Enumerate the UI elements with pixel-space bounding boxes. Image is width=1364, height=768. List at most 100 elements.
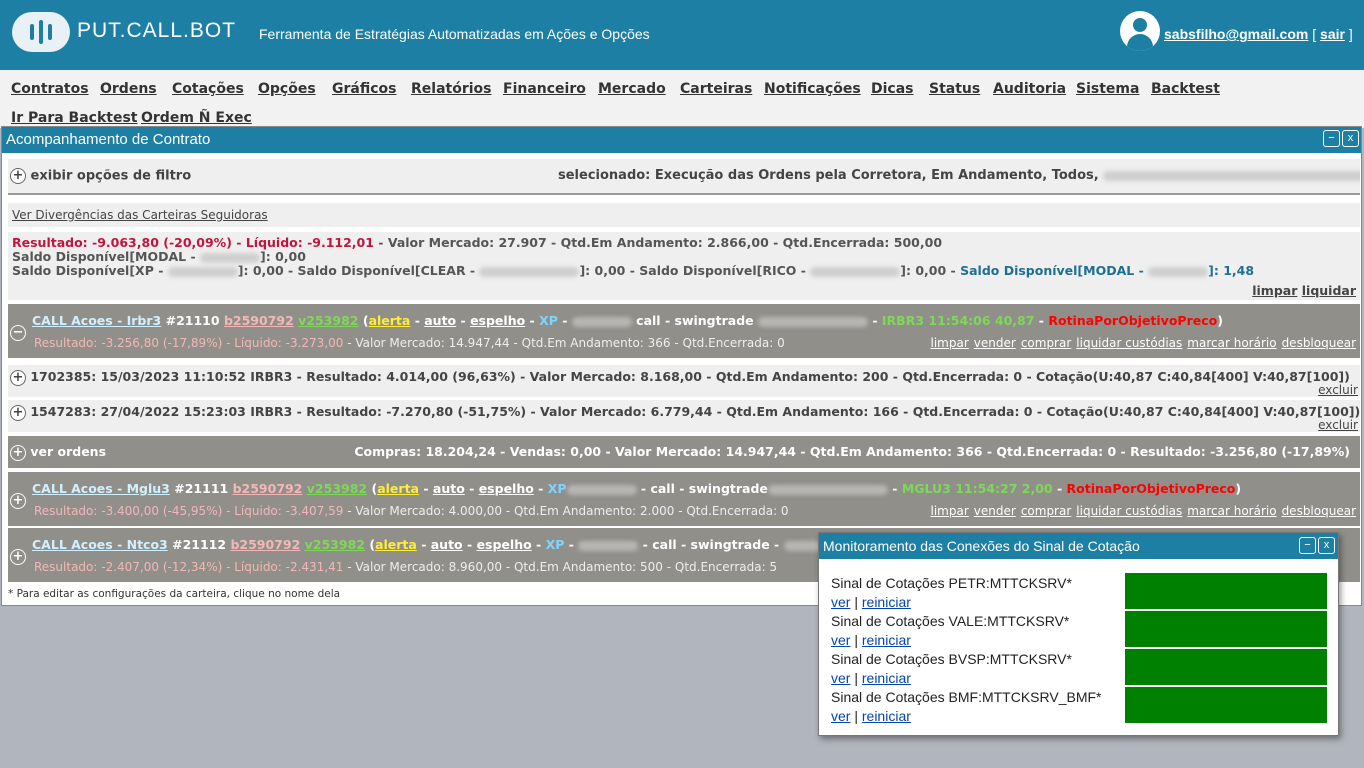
excluir-link[interactable]: excluir [1318, 418, 1358, 432]
desbloquear-link[interactable]: desbloquear [1282, 336, 1356, 350]
ver-ordens-label[interactable]: ver ordens [30, 444, 106, 459]
comprar-link[interactable]: comprar [1021, 504, 1071, 518]
contract-name-link[interactable]: CALL Acoes - Ntco3 [32, 537, 168, 552]
contract-name-link[interactable]: CALL Acoes - Mglu3 [32, 481, 170, 496]
expand-filter-icon[interactable]: + [10, 168, 26, 184]
comprar-link[interactable]: comprar [1021, 336, 1071, 350]
expand-icon[interactable]: + [10, 548, 26, 565]
ver-link[interactable]: ver [831, 708, 850, 724]
espelho-link[interactable]: espelho [477, 537, 532, 552]
user-email-link[interactable]: sabsfilho@gmail.com [1164, 26, 1308, 42]
contract-id: #21112 [172, 537, 227, 552]
reiniciar-link[interactable]: reiniciar [862, 708, 911, 724]
nav-status[interactable]: Status [929, 81, 980, 97]
filter-row: + exibir opções de filtro selecionado: E… [8, 159, 1360, 195]
nav-opcoes[interactable]: Opções [258, 81, 316, 97]
contract-actions: limpar vender comprar liquidar custódias mar… [926, 504, 1356, 518]
ver-link[interactable]: ver [831, 594, 850, 610]
collapse-icon[interactable]: − [10, 324, 26, 341]
divergencias-link[interactable]: Ver Divergências das Carteiras Seguidora… [12, 208, 268, 222]
close-button[interactable]: x [1342, 130, 1359, 147]
summary-liquidar-link[interactable]: liquidar [1302, 283, 1356, 298]
main-nav: Contratos Ordens Cotações Opções Gráfico… [0, 70, 1364, 128]
signal-name: Sinal de Cotações PETR:MTTCKSRV* [831, 575, 1072, 591]
expand-orders-icon[interactable]: + [10, 444, 26, 461]
summary-limpar-link[interactable]: limpar [1252, 283, 1297, 298]
liquidar-custodias-link[interactable]: liquidar custódias [1076, 504, 1182, 518]
expand-order-icon[interactable]: + [10, 369, 26, 386]
redacted-blur [571, 316, 632, 327]
nav-carteiras[interactable]: Carteiras [680, 81, 752, 97]
contract-card-mglu3: + CALL Acoes - Mglu3 #21111 b2590792 v25… [8, 472, 1360, 526]
nav-graficos[interactable]: Gráficos [332, 81, 396, 97]
nav-sistema[interactable]: Sistema [1076, 81, 1139, 97]
signal-status-indicator [1125, 611, 1327, 647]
espelho-link[interactable]: espelho [470, 313, 525, 328]
nav-notificacoes[interactable]: Notificações [764, 81, 861, 97]
nav-ordens[interactable]: Ordens [100, 81, 157, 97]
redacted-blur [200, 252, 261, 263]
summary-result: Resultado: -9.063,80 (-20,09%) - Líquido… [12, 235, 374, 250]
signal-monitor-popup: Monitoramento das Conexões do Sinal de C… [818, 532, 1339, 736]
ver-link[interactable]: ver [831, 670, 850, 686]
alerta-link[interactable]: alerta [377, 481, 419, 496]
nav-dicas[interactable]: Dicas [871, 81, 914, 97]
nav-ir-para-backtest[interactable]: Ir Para Backtest [11, 110, 138, 126]
saldo-xp-label: Saldo Disponível[XP - [12, 263, 168, 278]
redacted-blur [167, 266, 238, 277]
espelho-link[interactable]: espelho [479, 481, 534, 496]
filter-toggle[interactable]: exibir opções de filtro [31, 169, 192, 184]
auto-link[interactable]: auto [433, 481, 465, 496]
nav-financeiro[interactable]: Financeiro [503, 81, 586, 97]
nav-contratos[interactable]: Contratos [11, 81, 89, 97]
auto-link[interactable]: auto [431, 537, 463, 552]
contract-name-link[interactable]: CALL Acoes - Irbr3 [32, 313, 161, 328]
desbloquear-link[interactable]: desbloquear [1282, 504, 1356, 518]
contract-b-link[interactable]: b2590792 [224, 313, 294, 328]
popup-minimize-button[interactable]: − [1299, 537, 1316, 554]
excluir-link[interactable]: excluir [1318, 383, 1358, 397]
vender-link[interactable]: vender [974, 336, 1016, 350]
nav-ordem-nao-exec[interactable]: Ordem Ñ Exec [141, 110, 252, 126]
expand-icon[interactable]: + [10, 492, 26, 509]
contract-id: #21111 [174, 481, 229, 496]
minimize-button[interactable]: − [1323, 130, 1340, 147]
limpar-link[interactable]: limpar [931, 336, 969, 350]
nav-backtest[interactable]: Backtest [1151, 81, 1220, 97]
signal-name: Sinal de Cotações BMF:MTTCKSRV_BMF* [831, 689, 1102, 705]
divergencias-row: Ver Divergências das Carteiras Seguidora… [8, 203, 1360, 227]
popup-close-button[interactable]: x [1318, 537, 1335, 554]
liquidar-custodias-link[interactable]: liquidar custódias [1076, 336, 1182, 350]
saldo-rico-label: ]: 0,00 - Saldo Disponível[RICO - [579, 263, 811, 278]
nav-auditoria[interactable]: Auditoria [993, 81, 1066, 97]
saldo-modal2-value: ]: 1,48 [1208, 263, 1255, 278]
contract-v-link[interactable]: v253982 [298, 313, 358, 328]
marcar-horario-link[interactable]: marcar horário [1187, 504, 1276, 518]
redacted-blur [810, 266, 901, 277]
reiniciar-link[interactable]: reiniciar [862, 594, 911, 610]
redacted-blur [1103, 170, 1360, 181]
nav-mercado[interactable]: Mercado [598, 81, 666, 97]
alerta-link[interactable]: alerta [375, 537, 417, 552]
contract-v-link[interactable]: v253982 [307, 481, 367, 496]
ver-link[interactable]: ver [831, 632, 850, 648]
window-title: Acompanhamento de Contrato [6, 131, 211, 148]
broker-label: XP [547, 481, 567, 496]
contract-b-link[interactable]: b2590792 [233, 481, 303, 496]
auto-link[interactable]: auto [424, 313, 456, 328]
reiniciar-link[interactable]: reiniciar [862, 632, 911, 648]
nav-relatorios[interactable]: Relatórios [411, 81, 492, 97]
contract-stats: - Valor Mercado: 8.960,00 - Qtd.Em Andam… [343, 560, 778, 574]
alerta-link[interactable]: alerta [369, 313, 411, 328]
vender-link[interactable]: vender [974, 504, 1016, 518]
reiniciar-link[interactable]: reiniciar [862, 670, 911, 686]
logout-link[interactable]: sair [1320, 26, 1345, 42]
limpar-link[interactable]: limpar [931, 504, 969, 518]
expand-order-icon[interactable]: + [10, 404, 26, 421]
contract-swing: swingtrade [688, 481, 768, 496]
nav-cotacoes[interactable]: Cotações [172, 81, 244, 97]
contract-v-link[interactable]: v253982 [305, 537, 365, 552]
contract-b-link[interactable]: b2590792 [230, 537, 300, 552]
contract-id: #21110 [165, 313, 220, 328]
marcar-horario-link[interactable]: marcar horário [1187, 336, 1276, 350]
